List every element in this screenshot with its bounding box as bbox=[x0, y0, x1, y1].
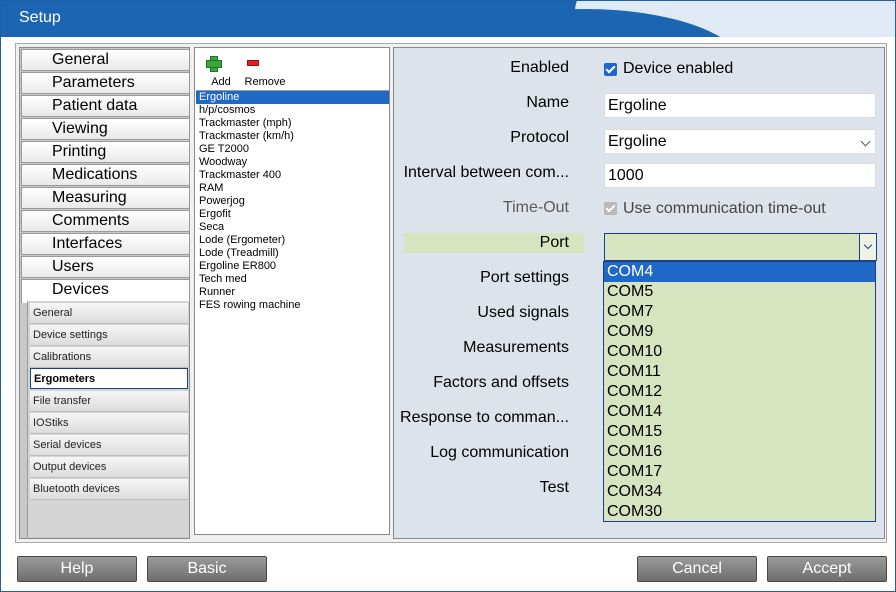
name-label: Name bbox=[526, 94, 569, 111]
menu-item-general[interactable]: General bbox=[21, 49, 190, 71]
test-link[interactable]: Test bbox=[540, 479, 569, 497]
menu-item-patient-data[interactable]: Patient data bbox=[21, 95, 190, 117]
device-list-item[interactable]: Seca bbox=[196, 221, 389, 234]
submenu-item-device-settings[interactable]: Device settings bbox=[30, 325, 188, 346]
devices-submenu: General Device settings Calibrations Erg… bbox=[27, 301, 189, 537]
chevron-down-icon bbox=[860, 136, 871, 147]
submenu-item-bluetooth-devices[interactable]: Bluetooth devices bbox=[30, 479, 188, 500]
port-option[interactable]: COM10 bbox=[604, 342, 875, 362]
use-timeout-label: Use communication time-out bbox=[623, 200, 826, 217]
accept-button[interactable]: Accept bbox=[767, 556, 887, 582]
plus-icon bbox=[206, 56, 222, 72]
menu-item-printing[interactable]: Printing bbox=[21, 141, 190, 163]
window-title: Setup bbox=[19, 9, 61, 26]
device-list[interactable]: Ergoline h/p/cosmos Trackmaster (mph) Tr… bbox=[196, 90, 389, 534]
device-list-item[interactable]: Trackmaster (mph) bbox=[196, 117, 389, 130]
menu-item-users[interactable]: Users bbox=[21, 256, 190, 278]
submenu-item-general[interactable]: General bbox=[30, 303, 188, 324]
device-list-item[interactable]: Ergoline bbox=[196, 91, 389, 104]
menu-item-medications[interactable]: Medications bbox=[21, 164, 190, 186]
remove-label: Remove bbox=[244, 76, 286, 88]
enabled-label: Enabled bbox=[510, 59, 569, 76]
port-option[interactable]: COM34 bbox=[604, 482, 875, 502]
port-dropdown-button[interactable] bbox=[859, 234, 876, 260]
protocol-value: Ergoline bbox=[608, 133, 667, 150]
response-to-commands-link[interactable]: Response to comman... bbox=[400, 409, 569, 427]
port-option[interactable]: COM5 bbox=[604, 282, 875, 302]
device-list-item[interactable]: Trackmaster (km/h) bbox=[196, 130, 389, 143]
submenu-item-output-devices[interactable]: Output devices bbox=[30, 457, 188, 478]
interval-input[interactable]: 1000 bbox=[604, 163, 876, 188]
device-list-item[interactable]: Trackmaster 400 bbox=[196, 169, 389, 182]
menu-item-interfaces[interactable]: Interfaces bbox=[21, 233, 190, 255]
port-option[interactable]: COM9 bbox=[604, 322, 875, 342]
port-option[interactable]: COM4 bbox=[604, 262, 875, 282]
ergometer-list-panel: Add Remove Ergoline h/p/cosmos Trackmast… bbox=[194, 47, 390, 535]
menu-item-parameters[interactable]: Parameters bbox=[21, 72, 190, 94]
chevron-down-icon bbox=[863, 240, 873, 250]
submenu-item-calibrations[interactable]: Calibrations bbox=[30, 347, 188, 368]
log-communication-link[interactable]: Log communication bbox=[430, 444, 569, 462]
device-list-item[interactable]: Ergoline ER800 bbox=[196, 260, 389, 273]
protocol-label: Protocol bbox=[510, 129, 569, 146]
protocol-select[interactable]: Ergoline bbox=[604, 129, 876, 154]
cancel-button[interactable]: Cancel bbox=[637, 556, 757, 582]
menu-item-viewing[interactable]: Viewing bbox=[21, 118, 190, 140]
timeout-label: Time-Out bbox=[502, 199, 569, 216]
device-list-item[interactable]: h/p/cosmos bbox=[196, 104, 389, 117]
port-option[interactable]: COM14 bbox=[604, 402, 875, 422]
menu-item-measuring[interactable]: Measuring bbox=[21, 187, 190, 209]
port-label: Port bbox=[539, 234, 569, 251]
device-list-item[interactable]: RAM bbox=[196, 182, 389, 195]
device-list-item[interactable]: GE T2000 bbox=[196, 143, 389, 156]
submenu-item-serial-devices[interactable]: Serial devices bbox=[30, 435, 188, 456]
submenu-item-ergometers[interactable]: Ergometers bbox=[30, 368, 188, 389]
device-list-item[interactable]: Tech med bbox=[196, 273, 389, 286]
device-list-item[interactable]: Runner bbox=[196, 286, 389, 299]
title-bar: Setup bbox=[1, 1, 895, 37]
port-settings-link[interactable]: Port settings bbox=[480, 269, 569, 287]
measurements-link[interactable]: Measurements bbox=[463, 339, 569, 357]
device-list-item[interactable]: Ergofit bbox=[196, 208, 389, 221]
port-dropdown-list[interactable]: COM4 COM5 COM7 COM9 COM10 COM11 COM12 CO… bbox=[603, 261, 876, 522]
port-option[interactable]: COM17 bbox=[604, 462, 875, 482]
submenu-item-file-transfer[interactable]: File transfer bbox=[30, 391, 188, 412]
help-button[interactable]: Help bbox=[17, 556, 137, 582]
port-option[interactable]: COM12 bbox=[604, 382, 875, 402]
device-list-item[interactable]: FES rowing machine bbox=[196, 299, 389, 312]
device-list-item[interactable]: Lode (Treadmill) bbox=[196, 247, 389, 260]
device-enabled-checkbox[interactable] bbox=[604, 63, 617, 76]
port-option[interactable]: COM16 bbox=[604, 442, 875, 462]
device-list-item[interactable]: Woodway bbox=[196, 156, 389, 169]
remove-icon bbox=[247, 60, 259, 66]
port-option[interactable]: COM15 bbox=[604, 422, 875, 442]
submenu-item-iostiks[interactable]: IOStiks bbox=[30, 413, 188, 434]
interval-label: Interval between com... bbox=[403, 164, 569, 181]
use-timeout-checkbox bbox=[604, 202, 617, 215]
port-select[interactable] bbox=[604, 233, 877, 261]
port-option[interactable]: COM7 bbox=[604, 302, 875, 322]
basic-button[interactable]: Basic bbox=[147, 556, 267, 582]
menu-item-devices[interactable]: Devices bbox=[21, 279, 190, 303]
name-input[interactable]: Ergoline bbox=[604, 93, 876, 118]
port-option[interactable]: COM30 bbox=[604, 502, 875, 522]
device-list-item[interactable]: Powerjog bbox=[196, 195, 389, 208]
device-enabled-label[interactable]: Device enabled bbox=[623, 60, 733, 78]
menu-item-comments[interactable]: Comments bbox=[21, 210, 190, 232]
setup-window: Setup General Parameters Patient data Vi… bbox=[0, 0, 896, 592]
device-list-item[interactable]: Lode (Ergometer) bbox=[196, 234, 389, 247]
used-signals-link[interactable]: Used signals bbox=[477, 304, 569, 322]
remove-button[interactable]: Remove bbox=[227, 52, 303, 88]
port-option[interactable]: COM11 bbox=[604, 362, 875, 382]
factors-offsets-link[interactable]: Factors and offsets bbox=[433, 374, 569, 392]
